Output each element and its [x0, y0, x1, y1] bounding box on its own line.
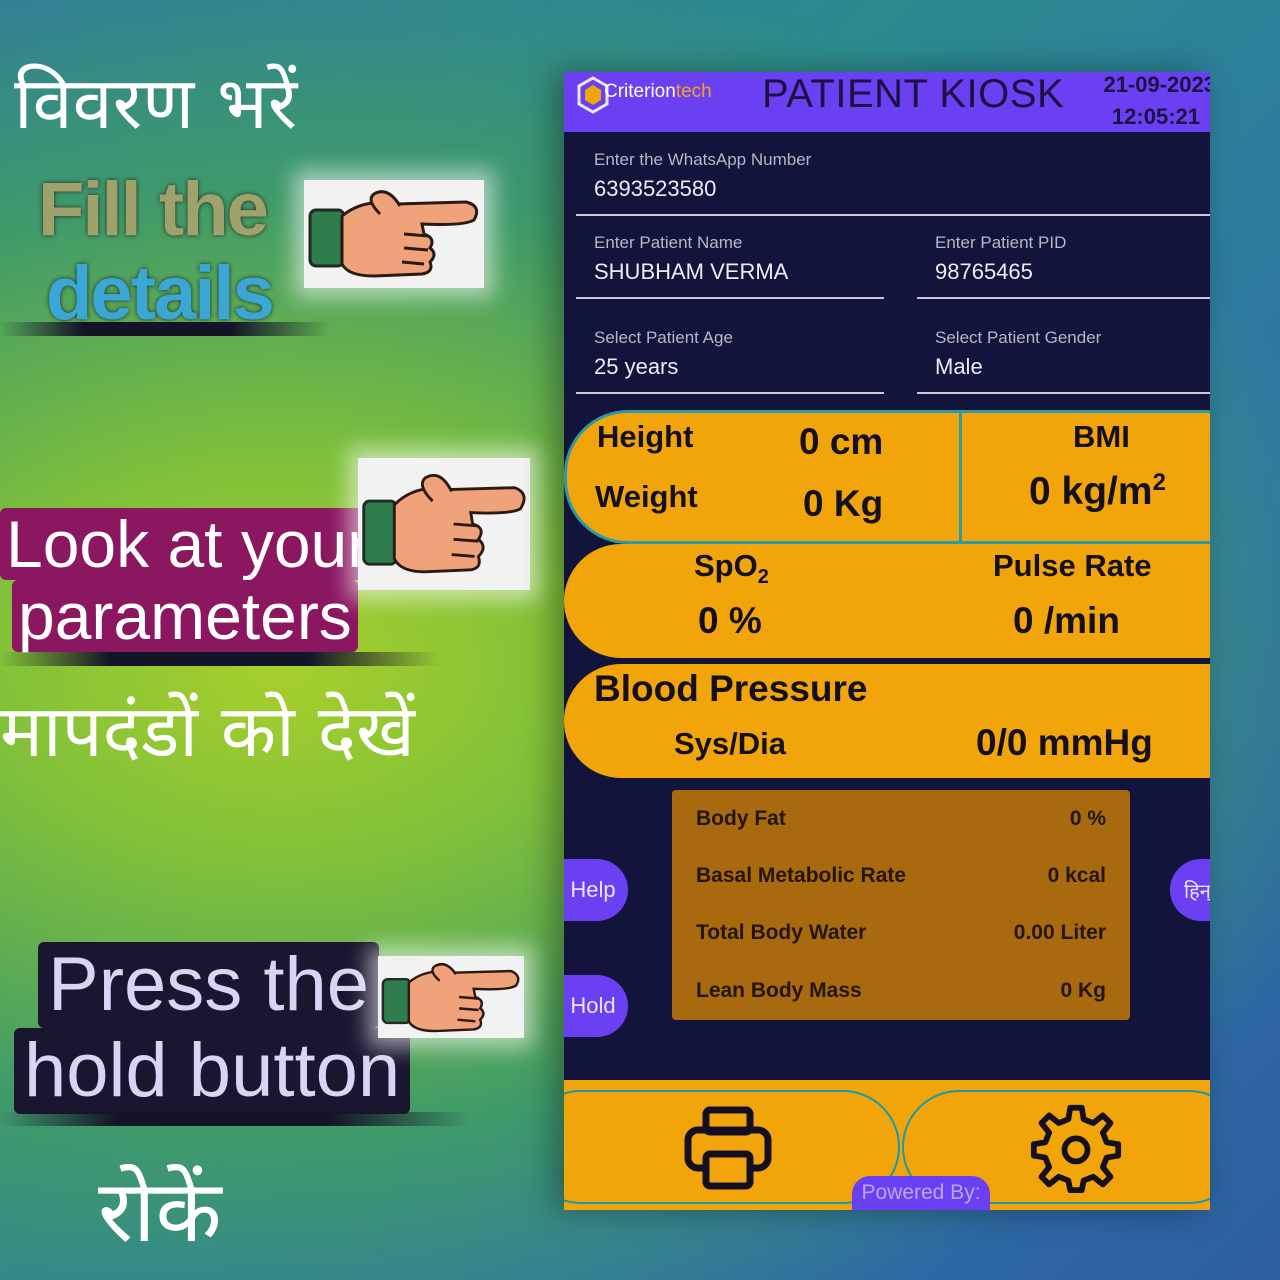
body-water-label: Total Body Water	[696, 921, 867, 944]
caption-fill-details: Fill the details	[38, 167, 275, 336]
caption-hindi-fill-details: विवरण भरें	[14, 61, 298, 145]
patient-pid-value: 98765465	[935, 259, 1033, 284]
bmi-unit-exponent: 2	[1152, 469, 1166, 496]
body-composition-panel: Body Fat 0 % Basal Metabolic Rate 0 kcal…	[672, 790, 1130, 1020]
header-time: 12:05:21	[1111, 104, 1200, 129]
patient-age-label: Select Patient Age	[594, 328, 733, 347]
blood-pressure-value: 0/0 mmHg	[976, 722, 1153, 763]
height-value: 0 cm	[799, 421, 884, 462]
field-underline	[576, 297, 884, 299]
body-water-value: 0.00 Liter	[1013, 921, 1106, 944]
patient-name-field[interactable]: Enter Patient Name SHUBHAM VERMA	[576, 233, 884, 299]
body-water-row: Total Body Water 0.00 Liter	[696, 921, 1106, 945]
brand-name-part1: Criterion	[604, 81, 676, 102]
bmr-value: 0 kcal	[1047, 864, 1106, 887]
help-button[interactable]: Help	[564, 859, 628, 921]
whatsapp-field[interactable]: Enter the WhatsApp Number 6393523580	[576, 150, 1210, 216]
brand-name: Criteriontech	[604, 81, 712, 103]
caption-look-line2: parameters	[12, 580, 358, 652]
page-title: PATIENT KIOSK	[762, 72, 1065, 116]
whatsapp-field-value: 6393523580	[594, 176, 717, 201]
caption-press-hold: Press the hold button	[14, 942, 411, 1114]
body-fat-row: Body Fat 0 %	[696, 807, 1106, 831]
brand-name-part2: tech	[675, 81, 712, 102]
pointing-hand-icon	[358, 458, 530, 590]
bmr-label: Basal Metabolic Rate	[696, 864, 907, 887]
language-toggle-button[interactable]: हिन्	[1170, 859, 1210, 921]
weight-label: Weight	[595, 479, 698, 514]
pulse-rate-value: 0 /min	[1013, 600, 1120, 641]
spo2-value: 0 %	[698, 600, 762, 641]
body-fat-value: 0 %	[1069, 807, 1106, 830]
caption-underline	[0, 322, 330, 336]
patient-name-label: Enter Patient Name	[594, 233, 743, 252]
patient-gender-value: Male	[935, 354, 983, 379]
patient-gender-select[interactable]: Select Patient Gender Male	[917, 328, 1210, 394]
powered-by-label: Powered By:	[852, 1176, 990, 1210]
print-button[interactable]	[564, 1090, 900, 1204]
whatsapp-field-label: Enter the WhatsApp Number	[594, 150, 812, 169]
spo2-label-text: SpO	[694, 548, 758, 583]
gear-icon	[1030, 1104, 1122, 1194]
caption-fill-line1: Fill the	[38, 167, 269, 252]
card-divider	[959, 413, 962, 541]
header-date: 21-09-2023	[1103, 72, 1210, 97]
field-underline	[576, 392, 884, 394]
bmi-label: BMI	[1073, 419, 1130, 454]
field-underline	[576, 214, 1210, 216]
spo2-label: SpO2	[694, 548, 769, 589]
pointing-hand-icon	[378, 956, 524, 1038]
caption-look-parameters: Look at your parameters	[0, 508, 376, 652]
printer-icon	[684, 1106, 772, 1190]
blood-pressure-sublabel: Sys/Dia	[674, 726, 787, 761]
caption-hindi-look-parameters: मापदंडों को देखें	[0, 689, 415, 773]
blood-pressure-label: Blood Pressure	[594, 668, 868, 709]
caption-press-line2: hold button	[14, 1028, 411, 1114]
pointing-hand-icon	[304, 180, 484, 288]
height-label: Height	[597, 419, 694, 454]
caption-underline	[0, 1112, 470, 1126]
spo2-label-subscript: 2	[757, 566, 769, 589]
blood-pressure-card: Blood Pressure Sys/Dia 0/0 mmHg	[564, 664, 1210, 778]
bmi-value: 0 kg/m2	[1029, 469, 1166, 514]
caption-underline	[0, 652, 440, 666]
patient-age-value: 25 years	[594, 354, 679, 379]
lean-mass-row: Lean Body Mass 0 Kg	[696, 979, 1106, 1003]
patient-pid-label: Enter Patient PID	[935, 233, 1067, 252]
spo2-pulse-card: SpO2 0 % Pulse Rate 0 /min	[564, 544, 1210, 658]
lean-mass-label: Lean Body Mass	[696, 979, 862, 1002]
caption-hindi-hold: रोकें	[98, 1162, 222, 1262]
weight-value: 0 Kg	[803, 483, 884, 524]
caption-press-line1: Press the	[38, 942, 380, 1028]
height-weight-bmi-card: Height 0 cm Weight 0 Kg BMI 0 kg/m2	[564, 410, 1210, 544]
lean-mass-value: 0 Kg	[1060, 979, 1106, 1002]
bmi-value-text: 0 kg/m	[1029, 470, 1153, 513]
patient-pid-field[interactable]: Enter Patient PID 98765465	[917, 233, 1210, 299]
patient-gender-label: Select Patient Gender	[935, 328, 1102, 347]
caption-look-line1: Look at your	[0, 508, 376, 580]
patient-age-select[interactable]: Select Patient Age 25 years	[576, 328, 884, 394]
field-underline	[917, 297, 1210, 299]
kiosk-header: Criteriontech PATIENT KIOSK 21-09-2023 1…	[564, 72, 1210, 132]
patient-name-value: SHUBHAM VERMA	[594, 259, 789, 284]
bmr-row: Basal Metabolic Rate 0 kcal	[696, 864, 1106, 888]
field-underline	[917, 392, 1210, 394]
body-fat-label: Body Fat	[696, 807, 786, 830]
kiosk-screen: Criteriontech PATIENT KIOSK 21-09-2023 1…	[564, 72, 1210, 1210]
pulse-rate-label: Pulse Rate	[993, 548, 1152, 583]
hold-button[interactable]: Hold	[564, 975, 628, 1037]
